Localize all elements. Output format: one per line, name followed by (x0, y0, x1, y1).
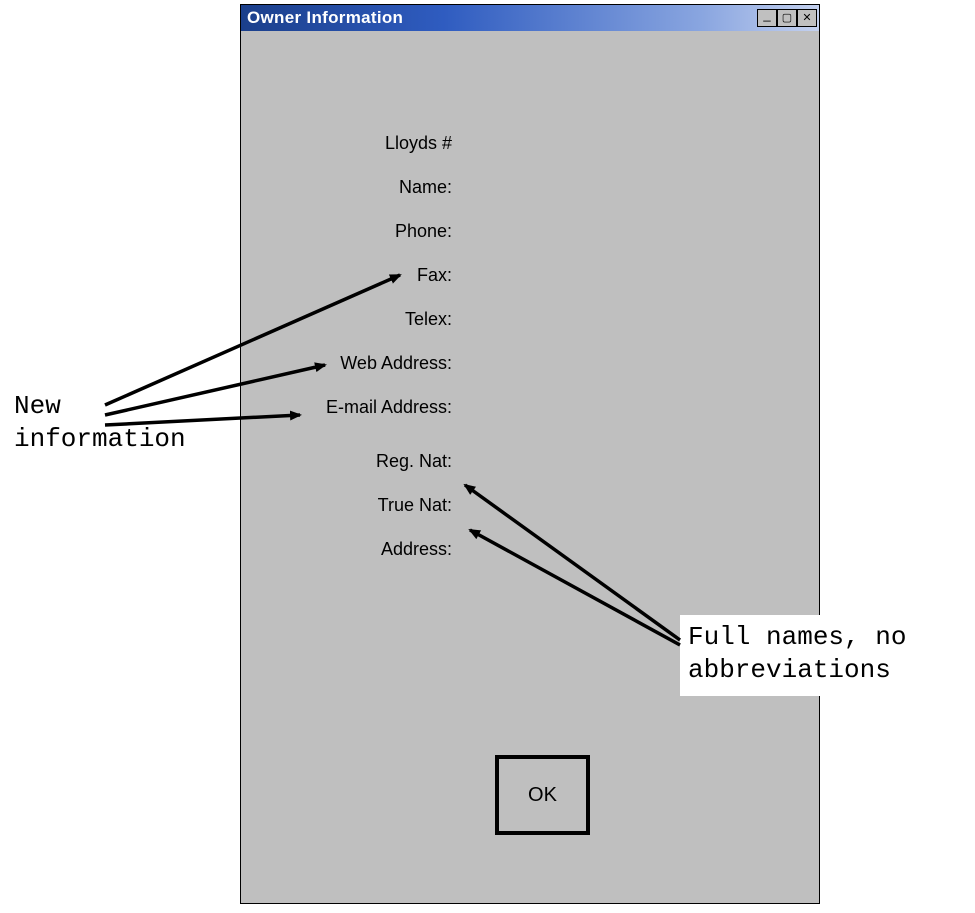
label-email: E-mail Address: (241, 397, 456, 418)
titlebar: Owner Information (241, 5, 819, 31)
annotation-right-line1: Full names, no (688, 622, 906, 652)
annotation-new-information: New information (14, 390, 229, 455)
label-fax: Fax: (241, 265, 456, 286)
close-icon[interactable] (797, 9, 817, 27)
label-lloyds: Lloyds # (241, 133, 456, 154)
label-regnat: Reg. Nat: (241, 451, 456, 472)
minimize-icon[interactable] (757, 9, 777, 27)
annotation-left-line1: New (14, 391, 61, 421)
label-address: Address: (241, 539, 456, 560)
label-phone: Phone: (241, 221, 456, 242)
annotation-full-names: Full names, no abbreviations (680, 615, 965, 696)
label-telex: Telex: (241, 309, 456, 330)
maximize-icon[interactable] (777, 9, 797, 27)
ok-button-label: OK (528, 784, 557, 807)
label-web: Web Address: (241, 353, 456, 374)
label-name: Name: (241, 177, 456, 198)
window-title: Owner Information (247, 8, 403, 28)
annotation-left-line2: information (14, 424, 186, 454)
label-truenat: True Nat: (241, 495, 456, 516)
ok-button[interactable]: OK (495, 755, 590, 835)
titlebar-controls (757, 9, 817, 27)
form-area: Lloyds # Name: Phone: Fax: Telex: Web Ad… (241, 31, 819, 571)
annotation-right-line2: abbreviations (688, 655, 891, 685)
